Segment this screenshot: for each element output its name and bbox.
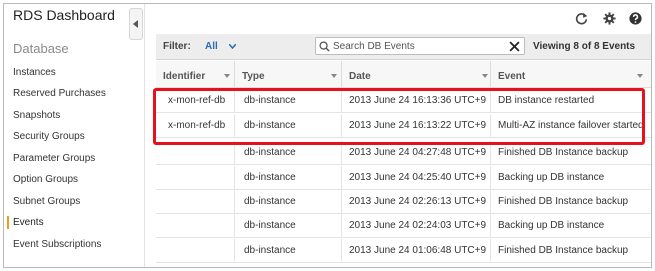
cell-type: db-instance [244,147,296,158]
cell-type: db-instance [244,245,296,256]
cell-type: db-instance [244,120,296,131]
sidebar-item-instances[interactable]: Instances [13,67,56,78]
sidebar-item-snapshots[interactable]: Snapshots [13,110,60,121]
filter-dropdown[interactable]: All [205,41,218,52]
cell-event: Finished DB Instance backup [498,196,629,207]
sidebar-heading-database: Database [13,41,69,56]
column-divider [234,190,235,214]
cell-type: db-instance [244,172,296,183]
table-row[interactable]: db-instance 2013 June 24 04:27:48 UTC+9 … [156,141,651,165]
column-header-identifier[interactable]: Identifier [156,61,232,88]
column-header-event[interactable]: Event [491,61,649,88]
column-header-identifier-label: Identifier [163,71,206,82]
cell-event: Backing up DB instance [498,172,605,183]
cell-event: DB instance restarted [498,95,595,106]
chevron-left-icon [133,20,138,28]
column-divider [234,214,235,238]
cell-date: 2013 June 24 16:13:22 UTC+9 [349,120,487,131]
gear-icon[interactable] [603,12,616,25]
table-row[interactable]: x-mon-ref-db db-instance 2013 June 24 16… [156,89,651,113]
column-header-event-label: Event [498,71,526,82]
column-divider [234,239,235,263]
search-icon [319,41,330,52]
table-row[interactable]: db-instance 2013 June 24 02:26:13 UTC+9 … [156,190,651,214]
table-row[interactable]: db-instance 2013 June 24 01:06:48 UTC+9 … [156,239,651,263]
cell-date: 2013 June 24 02:24:03 UTC+9 [349,220,487,231]
cell-date: 2013 June 24 04:25:40 UTC+9 [349,172,487,183]
sidebar-item-event-subscriptions[interactable]: Event Subscriptions [13,239,101,250]
sidebar: RDS Dashboard Database Instances Reserve… [4,4,130,267]
table-row[interactable]: db-instance 2013 June 24 02:24:03 UTC+9 … [156,214,651,238]
sort-icon [224,74,230,78]
sort-icon [331,74,337,78]
filter-label: Filter: [163,41,191,52]
refresh-icon[interactable] [575,12,588,25]
cell-event: Finished DB Instance backup [498,147,629,158]
collapse-sidebar-button[interactable] [129,8,143,40]
sidebar-item-option-groups[interactable]: Option Groups [13,174,78,185]
sidebar-item-reserved-purchases[interactable]: Reserved Purchases [13,88,106,99]
chevron-down-icon[interactable] [229,44,236,49]
cell-identifier: x-mon-ref-db [168,120,226,131]
cell-date: 2013 June 24 01:06:48 UTC+9 [349,245,487,256]
column-divider [234,166,235,190]
cell-date: 2013 June 24 04:27:48 UTC+9 [349,147,487,158]
sidebar-item-parameter-groups[interactable]: Parameter Groups [13,153,95,164]
sort-icon [637,74,643,78]
viewing-count: Viewing 8 of 8 Events [533,41,636,52]
table-header: Identifier Type Date Event [156,61,651,88]
filter-bar: Filter: All Viewing 8 of 8 Events [156,34,651,60]
cell-date: 2013 June 24 02:26:13 UTC+9 [349,196,487,207]
cell-event: Finished DB Instance backup [498,245,629,256]
rds-dashboard-window: RDS Dashboard Database Instances Reserve… [3,3,652,268]
cell-event: Backing up DB instance [498,220,605,231]
cell-identifier [161,141,168,165]
column-divider [234,114,235,138]
column-header-type[interactable]: Type [235,61,339,88]
cell-identifier [161,239,168,263]
close-icon[interactable] [509,41,520,52]
sort-icon [482,74,488,78]
active-item-marker [7,216,9,229]
cell-date: 2013 June 24 16:13:36 UTC+9 [349,95,487,106]
search-events-box [315,37,525,55]
table-row[interactable]: db-instance 2013 June 24 04:25:40 UTC+9 … [156,166,651,190]
cell-identifier [161,214,168,238]
sidebar-item-subnet-groups[interactable]: Subnet Groups [13,196,80,207]
column-header-date[interactable]: Date [342,61,490,88]
column-divider [234,89,235,113]
cell-identifier [161,166,168,190]
app-title: RDS Dashboard [13,7,115,23]
column-header-type-label: Type [242,71,265,82]
table-row[interactable]: x-mon-ref-db db-instance 2013 June 24 16… [156,114,651,138]
cell-identifier: x-mon-ref-db [168,95,226,106]
cell-identifier [161,190,168,214]
column-divider [234,141,235,165]
sidebar-item-events[interactable]: Events [13,217,44,228]
help-icon[interactable] [629,12,642,25]
cell-type: db-instance [244,196,296,207]
sidebar-item-security-groups[interactable]: Security Groups [13,131,85,142]
cell-type: db-instance [244,95,296,106]
cell-event: Multi-AZ instance failover started [498,120,644,131]
sidebar-divider [144,4,145,267]
cell-type: db-instance [244,220,296,231]
search-events-input[interactable] [333,39,503,53]
column-header-date-label: Date [349,71,371,82]
